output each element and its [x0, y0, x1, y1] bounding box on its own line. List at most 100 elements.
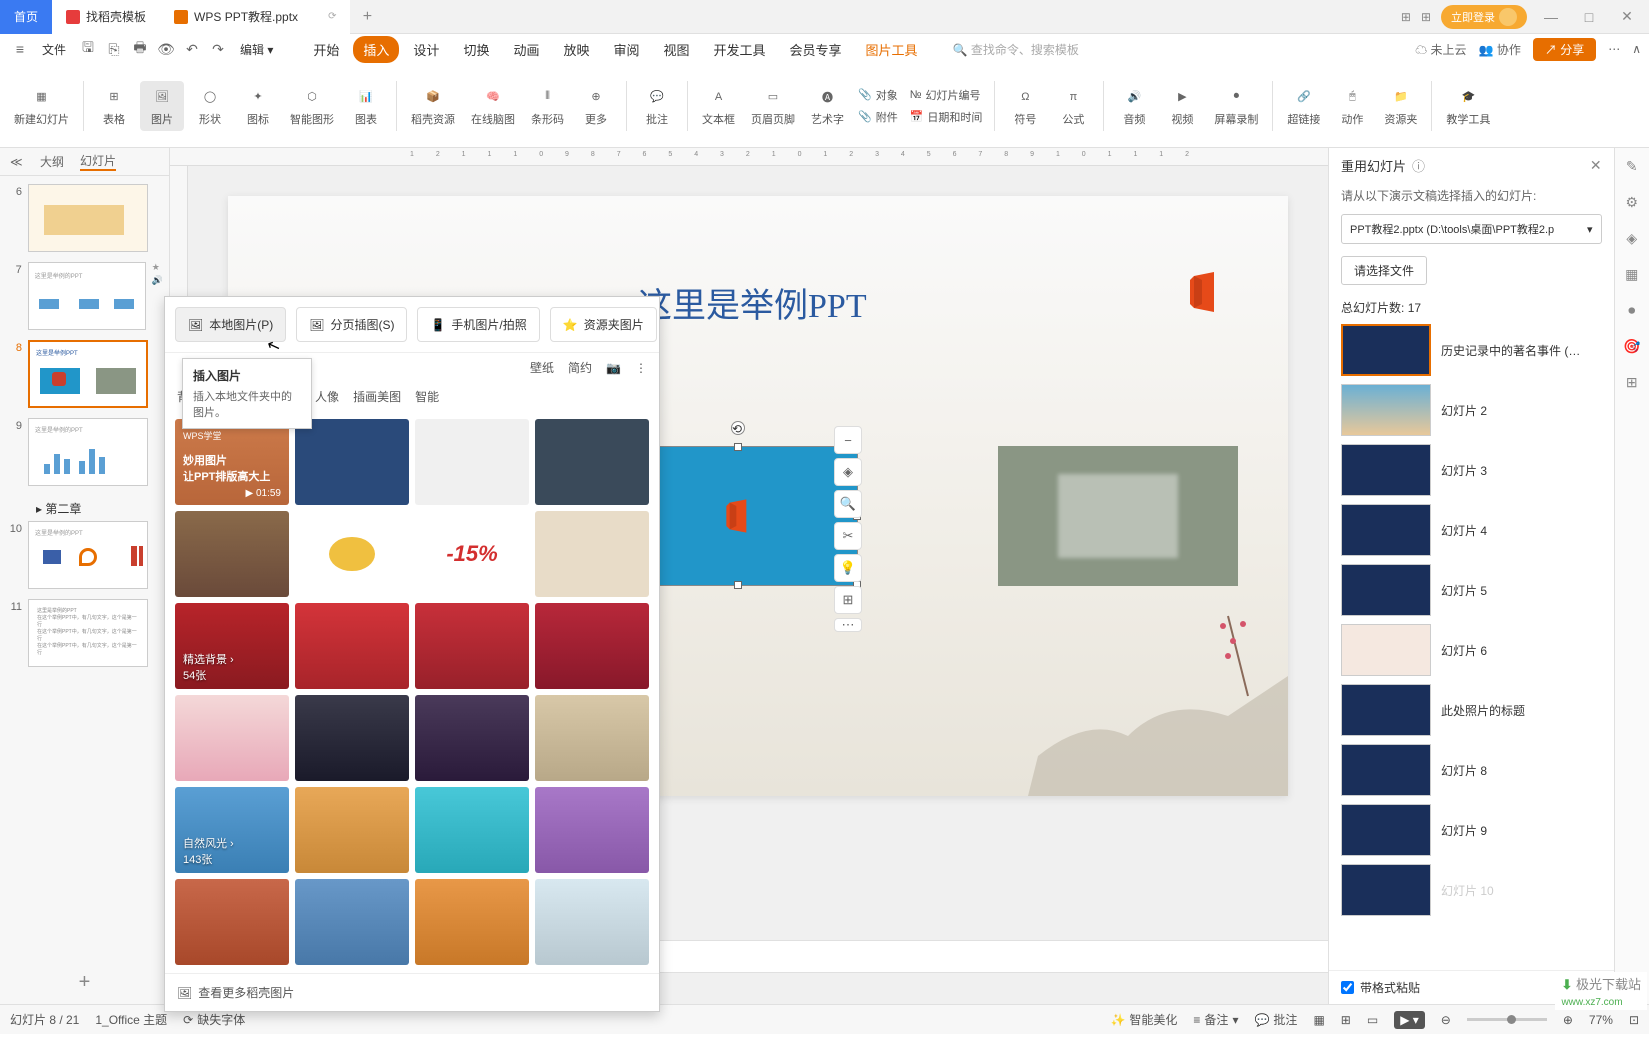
- resize-handle-n[interactable]: [734, 443, 742, 451]
- mindmap-button[interactable]: 🧠在线脑图: [465, 81, 521, 131]
- undo-icon[interactable]: ↶: [180, 37, 204, 61]
- stock-tile[interactable]: [295, 603, 409, 689]
- edit-menu[interactable]: 编辑 ▾: [232, 41, 281, 58]
- ts-design-icon[interactable]: ✎: [1622, 156, 1642, 176]
- redo-icon[interactable]: ↷: [206, 37, 230, 61]
- object-button[interactable]: 📎 对象: [854, 85, 902, 105]
- layout-icon[interactable]: ⊞: [1401, 10, 1411, 24]
- comments-toggle[interactable]: 💬 批注: [1254, 1011, 1297, 1028]
- collab-button[interactable]: 👥 协作: [1479, 41, 1521, 58]
- view-more-images[interactable]: 🖼 查看更多稻壳图片: [165, 973, 659, 1011]
- reuse-thumb-7[interactable]: [1341, 684, 1431, 736]
- stock-tile[interactable]: -15%: [415, 511, 529, 597]
- secondary-image[interactable]: [998, 446, 1238, 586]
- slide-thumb-7[interactable]: 这里是举例的PPT: [28, 262, 146, 330]
- video-button[interactable]: ▶视频: [1160, 81, 1204, 131]
- apps-icon[interactable]: ⊞: [1421, 10, 1431, 24]
- ts-settings-icon[interactable]: ⚙: [1622, 192, 1642, 212]
- tab-transition[interactable]: 切换: [453, 36, 499, 63]
- resource-image-option[interactable]: ⭐ 资源夹图片: [550, 307, 657, 342]
- stock-tile[interactable]: [415, 787, 529, 873]
- picture-button[interactable]: 🖼图片: [140, 81, 184, 131]
- stock-tile[interactable]: [175, 879, 289, 965]
- slide-thumb-11[interactable]: 这里是举例的PPT在这个举例PPT中，有几句文字，这个是第一行在这个举例PPT中…: [28, 599, 148, 667]
- reuse-thumb-1[interactable]: [1341, 324, 1431, 376]
- add-slide-button[interactable]: +: [0, 961, 169, 1004]
- table-button[interactable]: ⊞表格: [92, 81, 136, 131]
- stock-tile[interactable]: [175, 695, 289, 781]
- ts-template-icon[interactable]: ◈: [1622, 228, 1642, 248]
- tab-current-document[interactable]: WPS PPT教程.pptx ⟳: [160, 0, 350, 34]
- stock-tile[interactable]: [295, 695, 409, 781]
- zoom-slider[interactable]: [1467, 1018, 1547, 1021]
- tab-design[interactable]: 设计: [403, 36, 449, 63]
- barcode-button[interactable]: ⦀条形码: [525, 81, 570, 131]
- share-button[interactable]: ↗ 分享: [1533, 38, 1596, 61]
- stock-tile[interactable]: [535, 603, 649, 689]
- stock-tile[interactable]: [535, 695, 649, 781]
- reuse-thumb-3[interactable]: [1341, 444, 1431, 496]
- screen-record-button[interactable]: ⏺屏幕录制: [1208, 81, 1264, 131]
- command-search[interactable]: 🔍 查找命令、搜索模板: [944, 37, 1088, 62]
- resize-handle-s[interactable]: [734, 581, 742, 589]
- more-float-button[interactable]: ⋯: [834, 618, 862, 632]
- docer-resources-button[interactable]: 📦稻壳资源: [405, 81, 461, 131]
- category-tile-featured[interactable]: 精选背景 ›54张: [175, 603, 289, 689]
- stock-tile[interactable]: [415, 695, 529, 781]
- stock-tile[interactable]: [535, 879, 649, 965]
- slide-title[interactable]: 这里是举例PPT: [638, 278, 867, 327]
- symbol-button[interactable]: Ω符号: [1003, 81, 1047, 131]
- view-reading[interactable]: ▭: [1367, 1013, 1378, 1027]
- crop-button[interactable]: ✂: [834, 522, 862, 550]
- phone-image-option[interactable]: 📱 手机图片/拍照: [417, 307, 539, 342]
- menu-hamburger-icon[interactable]: ≡: [8, 37, 32, 61]
- slide-thumb-6[interactable]: [28, 184, 148, 252]
- stock-tile[interactable]: [415, 879, 529, 965]
- outline-tab[interactable]: 大纲: [40, 153, 64, 170]
- wordart-button[interactable]: 🅐艺术字: [805, 81, 850, 131]
- reuse-slide-list[interactable]: 历史记录中的著名事件 (… 幻灯片 2 幻灯片 3 幻灯片 4 幻灯片 5 幻灯…: [1329, 324, 1614, 970]
- reuse-thumb-2[interactable]: [1341, 384, 1431, 436]
- slide-thumb-8[interactable]: 这里是举例PPT: [28, 340, 148, 408]
- cloud-status[interactable]: ☁ 未上云: [1415, 41, 1466, 58]
- tab-member[interactable]: 会员专享: [780, 36, 852, 63]
- filter-portrait[interactable]: 人像: [315, 388, 339, 405]
- slides-tab[interactable]: 幻灯片: [80, 152, 116, 171]
- stock-tile[interactable]: [415, 603, 529, 689]
- maximize-button[interactable]: □: [1575, 3, 1603, 31]
- filter-smart[interactable]: 智能: [415, 388, 439, 405]
- file-menu[interactable]: 文件: [34, 41, 74, 58]
- minimize-button[interactable]: —: [1537, 3, 1565, 31]
- tab-view[interactable]: 视图: [654, 36, 700, 63]
- tab-start[interactable]: 开始: [303, 36, 349, 63]
- reuse-thumb-4[interactable]: [1341, 504, 1431, 556]
- layers-button[interactable]: ◈: [834, 458, 862, 486]
- collapse-ribbon-icon[interactable]: ∧: [1632, 42, 1641, 56]
- stock-tile[interactable]: [175, 511, 289, 597]
- tab-animation[interactable]: 动画: [503, 36, 549, 63]
- zoom-out-button[interactable]: −: [834, 426, 862, 454]
- tab-picture-tools[interactable]: 图片工具: [856, 36, 928, 63]
- properties-button[interactable]: ⊞: [834, 586, 862, 614]
- theme-name[interactable]: 1_Office 主题: [95, 1011, 167, 1028]
- smartart-button[interactable]: ⬡智能图形: [284, 81, 340, 131]
- stock-tile[interactable]: [535, 419, 649, 505]
- category-tile-nature[interactable]: 自然风光 ›143张: [175, 787, 289, 873]
- ts-record-icon[interactable]: ⏺: [1622, 300, 1642, 320]
- beautify-button[interactable]: ✨ 智能美化: [1110, 1011, 1177, 1028]
- reuse-thumb-10[interactable]: [1341, 864, 1431, 916]
- audio-button[interactable]: 🔊音频: [1112, 81, 1156, 131]
- hyperlink-button[interactable]: 🔗超链接: [1281, 81, 1326, 131]
- comment-button[interactable]: 💬批注: [635, 81, 679, 131]
- stock-tile[interactable]: [535, 511, 649, 597]
- video-tile[interactable]: WPS学堂 妙用图片 让PPT排版高大上 ▶ 01:59: [175, 419, 289, 505]
- panel-close-button[interactable]: ✕: [1590, 157, 1602, 174]
- textbox-button[interactable]: A文本框: [696, 81, 741, 131]
- close-button[interactable]: ✕: [1613, 3, 1641, 31]
- missing-font[interactable]: ⟳ 缺失字体: [183, 1011, 245, 1028]
- notes-toggle[interactable]: ≡ 备注 ▾: [1193, 1011, 1238, 1028]
- reuse-thumb-6[interactable]: [1341, 624, 1431, 676]
- stock-tile[interactable]: [295, 879, 409, 965]
- teaching-tools-button[interactable]: 🎓教学工具: [1440, 81, 1496, 131]
- stock-tile[interactable]: [415, 419, 529, 505]
